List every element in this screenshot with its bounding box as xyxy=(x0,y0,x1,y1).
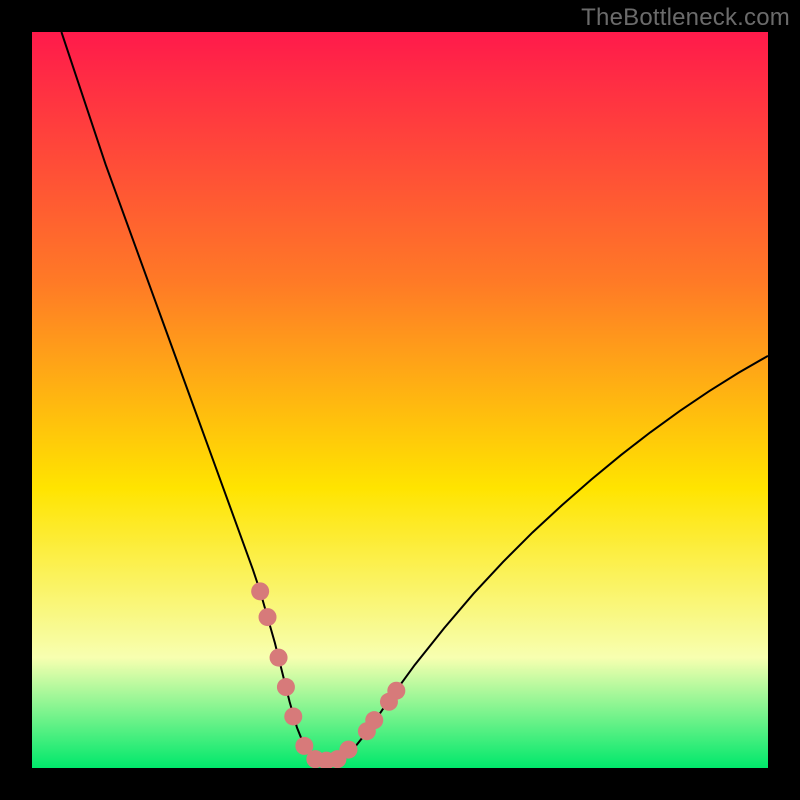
bottleneck-chart xyxy=(32,32,768,768)
curve-marker xyxy=(387,682,405,700)
curve-marker xyxy=(270,649,288,667)
curve-marker xyxy=(284,707,302,725)
watermark-text: TheBottleneck.com xyxy=(581,4,790,32)
curve-marker xyxy=(251,582,269,600)
gradient-background xyxy=(32,32,768,768)
curve-marker xyxy=(365,711,383,729)
curve-marker xyxy=(277,678,295,696)
plot-area xyxy=(32,32,768,768)
curve-marker xyxy=(259,608,277,626)
curve-marker xyxy=(339,741,357,759)
chart-frame: TheBottleneck.com xyxy=(0,0,800,800)
